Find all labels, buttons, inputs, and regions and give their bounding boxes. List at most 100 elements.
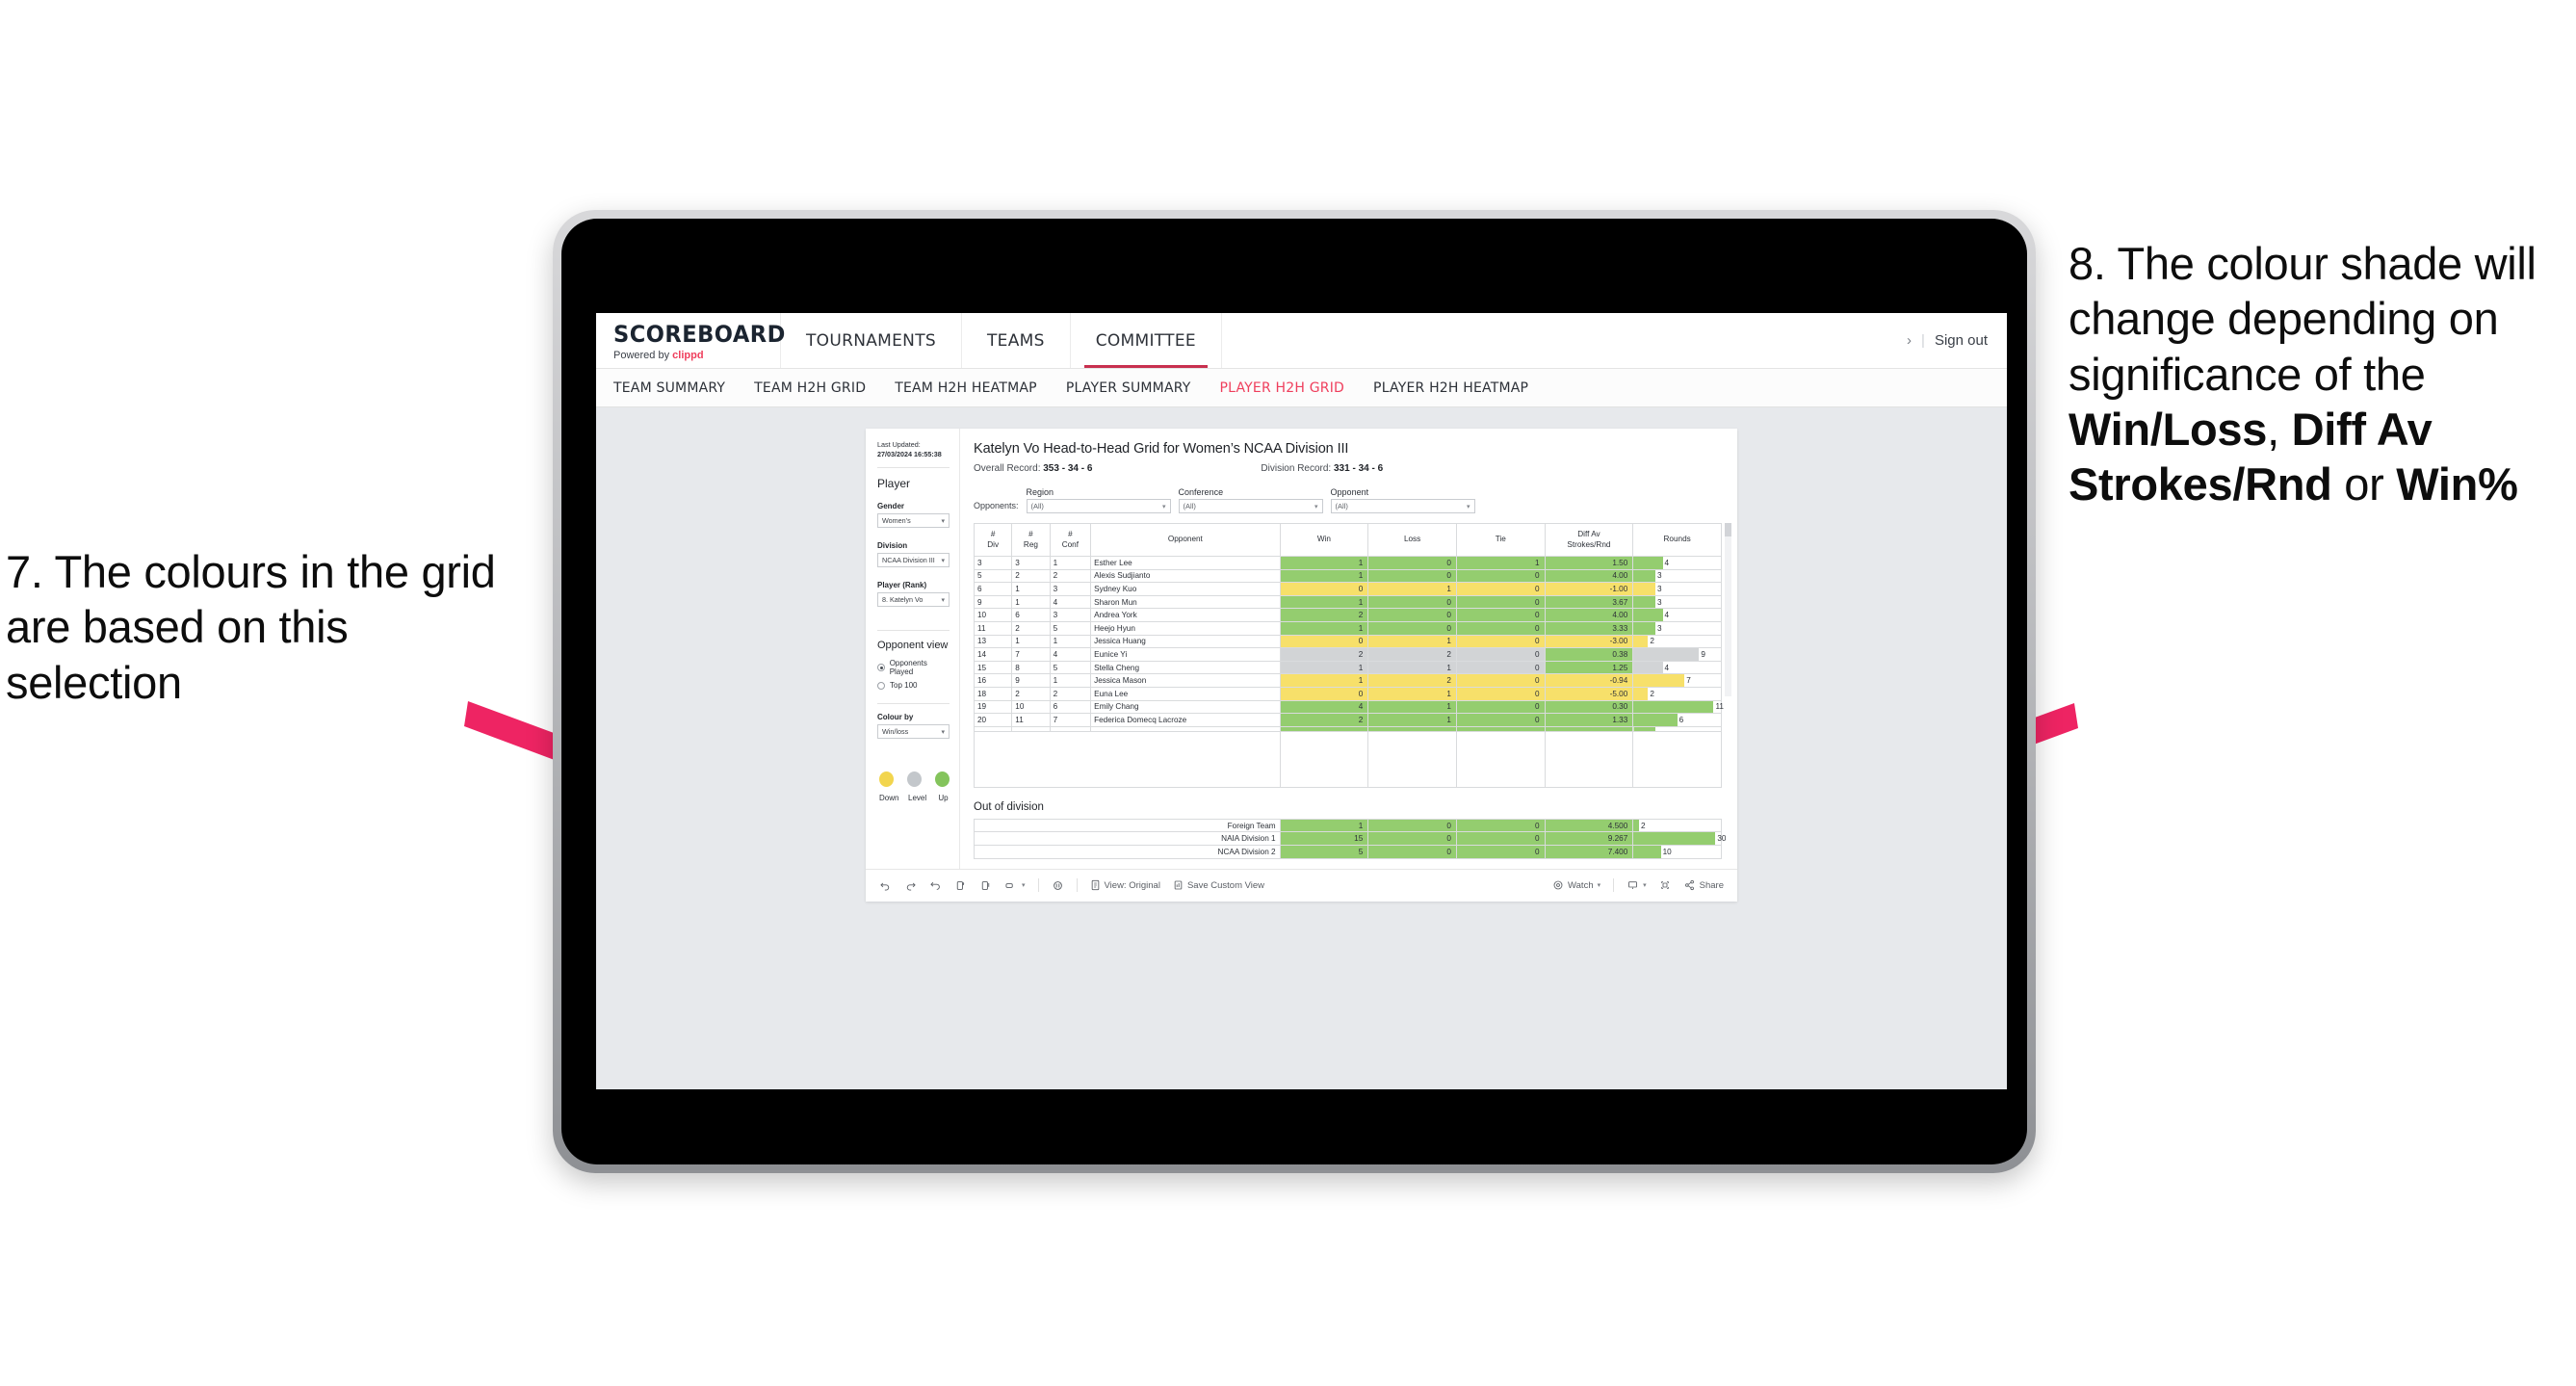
table-row[interactable]: 19 10 6 Emily Chang 4 1 0 0.30 11 [973,699,1724,715]
cell-loss: 0 [1367,594,1457,610]
watch-button[interactable]: Watch ▾ [1552,879,1600,891]
chevron-right-icon[interactable]: › [1907,332,1912,349]
cell-conf: 3 [1049,582,1092,596]
cell-loss: 1 [1367,582,1457,596]
col-reg[interactable]: # Reg [1011,523,1051,557]
out-of-division-row[interactable]: NCAA Division 2 5 0 0 7.400 10 [974,844,1722,859]
subnav-player-h2h-heatmap[interactable]: PLAYER H2H HEATMAP [1373,380,1528,396]
radio-selected-icon [877,664,885,672]
region-select[interactable]: (All) ▾ [1026,499,1171,513]
screenshot-stage: 7. The colours in the grid are based on … [0,0,2576,1386]
dashboard-body: Last Updated: 27/03/2024 16:55:38 Player… [866,429,1737,869]
rounds-bar [1633,648,1700,661]
cell-reg: 1 [1011,594,1051,610]
table-row[interactable]: 5 2 2 Alexis Sudjianto 1 0 0 4.00 3 [973,568,1722,584]
table-row[interactable]: 10 6 3 Andrea York 2 0 0 4.00 4 [973,608,1722,622]
cell-conf: 4 [1049,647,1092,662]
table-row[interactable]: 6 1 3 Sydney Kuo 0 1 0 -1.00 3 [973,582,1722,596]
rounds-bar [1633,595,1655,609]
cell-div: 10 [973,608,1013,622]
table-row[interactable]: 14 7 4 Eunice Yi 2 2 0 0.38 9 [973,647,1722,662]
cell-conf: 1 [1049,634,1092,649]
sign-out-link[interactable]: Sign out [1935,332,1988,349]
cell-div: 6 [973,582,1013,596]
table-row[interactable]: 9 1 4 Sharon Mun 1 0 0 3.67 3 [973,594,1722,610]
ood-loss: 0 [1367,831,1457,846]
table-row[interactable]: 20 11 7 Federica Domecq Lacroze 2 1 0 1.33 6 [973,713,1722,727]
cell-diff: -3.00 [1544,634,1634,649]
cell-win: 0 [1279,686,1369,701]
subnav-player-h2h-grid[interactable]: PLAYER H2H GRID [1220,380,1345,396]
view-original-button[interactable]: View: Original [1090,879,1160,891]
player-rank-select[interactable]: 8. Katelyn Vo ▾ [877,592,950,608]
division-select[interactable]: NCAA Division III ▾ [877,553,950,568]
col-win[interactable]: Win [1279,523,1369,557]
redo-icon[interactable] [904,879,917,892]
download-icon[interactable]: ▾ [1626,879,1647,891]
save-custom-view-button[interactable]: Save Custom View [1173,879,1264,891]
col-loss[interactable]: Loss [1367,523,1457,557]
annotation-left: 7. The colours in the grid are based on … [6,546,496,708]
device-preview-icon[interactable]: ▾ [1004,879,1026,892]
nav-item-tournaments[interactable]: TOURNAMENTS [781,313,962,368]
subnav-team-h2h-heatmap[interactable]: TEAM H2H HEATMAP [895,380,1037,396]
cell-div: 19 [973,699,1013,715]
rounds-bar [1633,700,1714,714]
grid-scroll-thumb[interactable] [1725,523,1731,536]
table-row[interactable]: 3 3 1 Esther Lee 1 0 1 1.50 4 [973,556,1722,570]
cell-conf: 1 [1049,673,1092,688]
table-row[interactable]: 18 2 2 Euna Lee 0 1 0 -5.00 2 [973,686,1722,701]
col-conf[interactable]: # Conf [1049,523,1092,557]
brand-logo[interactable]: SCOREBOARD Powered by clippd [596,313,786,368]
subnav-team-summary[interactable]: TEAM SUMMARY [613,380,725,396]
chevron-down-icon: ▾ [941,517,945,525]
toolbar-divider-1 [1037,878,1039,892]
col-opponent[interactable]: Opponent [1090,523,1281,557]
chevron-down-icon: ▾ [941,728,945,736]
cell-opponent: Heejo Hyun [1090,620,1281,636]
undo-icon[interactable] [879,879,892,892]
table-row[interactable]: 15 8 5 Stella Cheng 1 1 0 1.25 4 [973,660,1722,675]
refresh-icon[interactable] [954,879,967,892]
col-diff[interactable]: Diff Av Strokes/Rnd [1544,523,1634,557]
rounds-bar-cell: 4 [1632,556,1722,570]
table-row[interactable]: 13 1 1 Jessica Huang 0 1 0 -3.00 2 [973,634,1722,649]
table-row[interactable]: 11 2 5 Heejo Hyun 1 0 0 3.33 3 [973,620,1722,636]
legend-swatches [877,771,950,788]
nav-item-committee[interactable]: COMMITTEE [1071,313,1222,368]
revert-icon[interactable] [929,879,942,892]
nav-item-teams[interactable]: TEAMS [962,313,1071,368]
radio-opponents-played[interactable]: Opponents Played [877,659,950,676]
cell-reg: 2 [1011,620,1051,636]
share-button[interactable]: Share [1683,879,1724,891]
legend-swatch-up [935,771,950,788]
pause-auto-update-icon[interactable] [1052,879,1064,892]
grid-vertical-scrollbar[interactable] [1725,523,1731,696]
ood-win: 1 [1279,818,1369,833]
conference-select[interactable]: (All) ▾ [1178,499,1323,513]
fullscreen-icon[interactable] [1659,879,1671,891]
ood-loss: 0 [1367,818,1457,833]
col-div[interactable]: # Div [973,523,1013,557]
brand-name: SCOREBOARD [613,320,786,348]
cell-diff: 0.38 [1544,647,1634,662]
opponent-select-value: (All) [1335,502,1348,510]
colour-by-select[interactable]: Win/loss ▾ [877,724,950,740]
rounds-value: 3 [1656,597,1662,607]
subnav-team-h2h-grid[interactable]: TEAM H2H GRID [754,380,866,396]
cell-loss: 2 [1367,673,1457,688]
rounds-value: 6 [1678,715,1684,724]
radio-top-100[interactable]: Top 100 [877,681,950,690]
cell-win: 1 [1279,660,1369,675]
out-of-division-row[interactable]: Foreign Team 1 0 0 4.500 2 [974,818,1722,833]
gender-select[interactable]: Women’s ▾ [877,513,950,529]
col-rounds[interactable]: Rounds [1632,523,1722,557]
out-of-division-row[interactable]: NAIA Division 1 15 0 0 9.267 30 [974,831,1726,846]
col-tie[interactable]: Tie [1455,523,1546,557]
opponent-select[interactable]: (All) ▾ [1330,499,1475,513]
subnav-player-summary[interactable]: PLAYER SUMMARY [1066,380,1191,396]
table-row[interactable]: 16 9 1 Jessica Mason 1 2 0 -0.94 7 [973,673,1722,688]
cell-loss: 0 [1367,620,1457,636]
pause-icon[interactable] [979,879,992,892]
cell-tie: 0 [1455,673,1546,688]
